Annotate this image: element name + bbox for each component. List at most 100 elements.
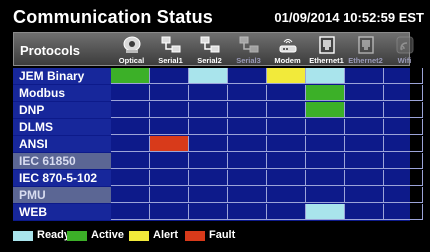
status-cell[interactable] [111,170,150,186]
status-cell[interactable] [384,102,423,118]
protocol-label: IEC 61850 [13,153,111,169]
protocol-label: ANSI [13,136,111,152]
status-cell[interactable] [150,187,189,203]
status-cell[interactable] [228,170,267,186]
protocol-row[interactable]: Modbus [13,85,423,102]
status-cell-active[interactable] [306,102,345,118]
status-cell[interactable] [111,204,150,220]
status-cell[interactable] [189,187,228,203]
status-cell[interactable] [345,119,384,135]
wifi-icon [395,36,415,54]
status-cell[interactable] [228,187,267,203]
status-cell[interactable] [345,204,384,220]
status-cell[interactable] [384,85,423,101]
status-cell[interactable] [306,119,345,135]
serial-port-icon [161,36,181,54]
status-cell[interactable] [267,170,306,186]
status-cell[interactable] [111,85,150,101]
status-cell[interactable] [267,102,306,118]
protocol-row[interactable]: WEB [13,204,423,221]
protocol-label: WEB [13,204,111,220]
status-cell[interactable] [384,187,423,203]
status-cell[interactable] [111,102,150,118]
protocol-row[interactable]: DNP [13,102,423,119]
status-cell[interactable] [228,68,267,84]
status-cell[interactable] [267,136,306,152]
protocol-row[interactable]: JEM Binary [13,68,423,85]
status-cell[interactable] [384,204,423,220]
serial-port-icon [239,36,259,54]
protocol-row[interactable]: IEC 61850 [13,153,423,170]
status-cell[interactable] [384,119,423,135]
status-cell[interactable] [189,85,228,101]
status-cell[interactable] [150,102,189,118]
status-cell[interactable] [228,204,267,220]
status-cell[interactable] [150,170,189,186]
status-cell[interactable] [306,187,345,203]
status-cell[interactable] [150,204,189,220]
status-cell[interactable] [111,136,150,152]
status-cell[interactable] [150,68,189,84]
protocol-label: DNP [13,102,111,118]
legend-label: Ready [37,229,71,241]
status-cell[interactable] [111,119,150,135]
status-cell[interactable] [345,85,384,101]
status-cell[interactable] [189,204,228,220]
status-cell-ready[interactable] [306,204,345,220]
modem-icon [278,36,298,54]
status-cell[interactable] [267,187,306,203]
status-cell[interactable] [345,102,384,118]
status-cell[interactable] [345,136,384,152]
status-cell[interactable] [345,153,384,169]
status-cell[interactable] [189,136,228,152]
status-cell-ready[interactable] [189,68,228,84]
status-cell[interactable] [189,102,228,118]
status-cell[interactable] [306,153,345,169]
status-cell[interactable] [384,170,423,186]
protocol-row[interactable]: DLMS [13,119,423,136]
status-cell[interactable] [306,170,345,186]
status-cell[interactable] [228,153,267,169]
status-cell[interactable] [228,85,267,101]
status-cell[interactable] [228,102,267,118]
status-cell[interactable] [111,187,150,203]
status-cell[interactable] [345,68,384,84]
column-label: Ethernet2 [348,56,383,65]
column-label: Wifi [397,56,412,65]
protocol-label: DLMS [13,119,111,135]
column-header-serial1: Serial1 [151,33,190,67]
status-cell[interactable] [150,85,189,101]
protocol-row[interactable]: PMU [13,187,423,204]
column-header-modem: Modem [268,33,307,67]
status-cell[interactable] [150,119,189,135]
status-cell[interactable] [384,153,423,169]
status-cell-active[interactable] [111,68,150,84]
status-cell[interactable] [228,136,267,152]
status-cell[interactable] [384,136,423,152]
page-title: Communication Status [13,7,214,27]
protocol-label: IEC 870-5-102 [13,170,111,186]
status-cell[interactable] [189,170,228,186]
status-cell[interactable] [345,187,384,203]
status-cell-active[interactable] [306,85,345,101]
status-cell[interactable] [267,204,306,220]
status-cell[interactable] [150,153,189,169]
protocol-row[interactable]: ANSI [13,136,423,153]
protocol-label: PMU [13,187,111,203]
status-cell[interactable] [189,153,228,169]
status-cell[interactable] [384,68,423,84]
legend-swatch [129,231,149,241]
status-cell[interactable] [267,119,306,135]
status-cell[interactable] [189,119,228,135]
protocol-row[interactable]: IEC 870-5-102 [13,170,423,187]
status-cell-alert[interactable] [267,68,306,84]
column-header-serial3: Serial3 [229,33,268,67]
status-cell[interactable] [228,119,267,135]
status-cell[interactable] [306,136,345,152]
status-cell[interactable] [345,170,384,186]
status-cell[interactable] [111,153,150,169]
status-cell[interactable] [267,153,306,169]
status-cell-fault[interactable] [150,136,189,152]
status-cell-ready[interactable] [306,68,345,84]
status-cell[interactable] [267,85,306,101]
